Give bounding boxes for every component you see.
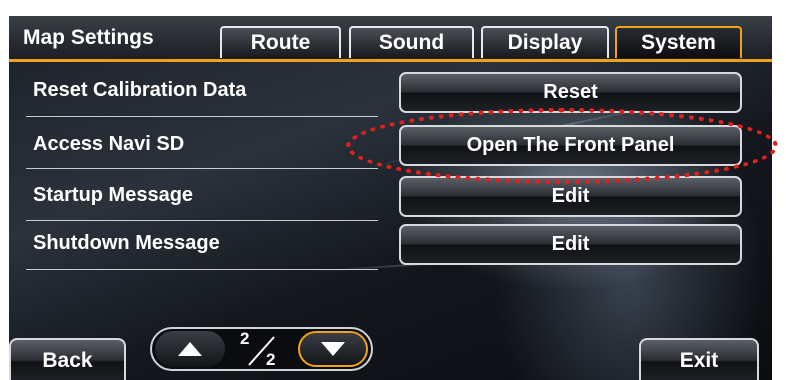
open-front-panel-button[interactable]: Open The Front Panel [399,125,742,166]
triangle-down-icon [321,342,345,356]
reset-button[interactable]: Reset [399,72,742,113]
row-divider [26,116,378,117]
exit-button[interactable]: Exit [639,338,759,380]
page-title: Map Settings [23,26,154,49]
page-slash [248,336,275,366]
screen: Map Settings Route Sound Display System … [9,16,772,380]
row-divider [26,168,378,169]
page-total: 2 [266,350,276,369]
tab-underline [9,59,772,62]
row-divider [26,269,378,270]
startup-message-label: Startup Message [33,184,194,206]
tab-sound[interactable]: Sound [349,26,474,58]
back-button[interactable]: Back [9,338,126,380]
tab-display[interactable]: Display [481,26,609,58]
header-bar: Map Settings Route Sound Display System [9,16,772,62]
tab-route[interactable]: Route [220,26,341,58]
access-navi-sd-label: Access Navi SD [33,133,185,155]
reset-calibration-label: Reset Calibration Data [33,79,247,101]
shutdown-message-edit-button[interactable]: Edit [399,224,742,265]
row-divider [26,220,378,221]
startup-message-edit-button[interactable]: Edit [399,176,742,217]
triangle-up-icon [178,342,202,356]
page-indicator: 2 2 [236,329,286,369]
page-up-button[interactable] [155,331,225,367]
shutdown-message-label: Shutdown Message [33,232,220,254]
page-navigator: 2 2 [150,327,373,371]
page-down-button[interactable] [298,331,368,367]
tab-system[interactable]: System [615,26,742,58]
